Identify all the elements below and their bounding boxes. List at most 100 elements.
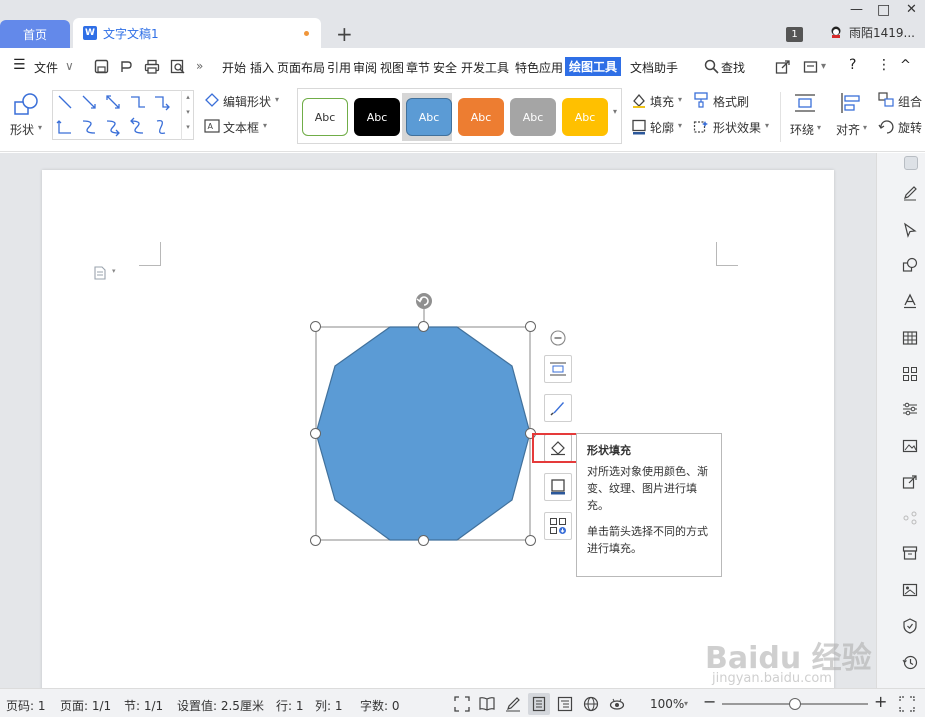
- share-icon[interactable]: [775, 59, 791, 74]
- zoom-slider[interactable]: [722, 698, 868, 710]
- panel-security-button[interactable]: [899, 615, 921, 637]
- menu-references[interactable]: 引用: [327, 59, 351, 76]
- format-painter-button[interactable]: 格式刷: [713, 93, 749, 110]
- text-box-dropdown-icon[interactable]: ▾: [263, 121, 267, 130]
- menu-view[interactable]: 视图: [380, 59, 404, 76]
- panel-image-button[interactable]: [899, 435, 921, 457]
- menu-start[interactable]: 开始: [222, 59, 246, 76]
- sync-dropdown-icon[interactable]: ▾: [821, 61, 826, 72]
- panel-archive-button[interactable]: [899, 542, 921, 564]
- rotate-icon[interactable]: [878, 119, 895, 135]
- write-mode-icon[interactable]: [505, 696, 521, 712]
- outline-icon[interactable]: [631, 119, 647, 135]
- hamburger-icon[interactable]: ☰: [13, 57, 26, 73]
- search-icon[interactable]: [704, 59, 719, 74]
- read-mode-icon[interactable]: [479, 696, 495, 712]
- style-gallery-more-icon[interactable]: ▾: [609, 93, 621, 141]
- shapes-dropdown-icon[interactable]: ▾: [38, 123, 42, 132]
- page-view-button[interactable]: [528, 693, 550, 715]
- zoom-slider-thumb[interactable]: [789, 698, 801, 710]
- close-button[interactable]: ✕: [906, 2, 917, 17]
- status-page-number[interactable]: 页码: 1: [6, 697, 46, 714]
- print-icon[interactable]: [144, 59, 160, 74]
- resize-handle-w[interactable]: [310, 428, 321, 439]
- menu-chapter[interactable]: 章节: [406, 59, 430, 76]
- overflow-menu-button[interactable]: ⋮: [877, 57, 891, 73]
- group-icon[interactable]: [878, 92, 895, 108]
- group-button[interactable]: 组合: [898, 93, 925, 110]
- paragraph-layout-icon[interactable]: [94, 266, 106, 280]
- status-row[interactable]: 行: 1: [276, 697, 304, 714]
- menu-review[interactable]: 审阅: [353, 59, 377, 76]
- style-preset-orange[interactable]: Abc: [458, 98, 504, 136]
- align-dropdown-icon[interactable]: ▾: [863, 123, 867, 132]
- shapes-icon[interactable]: [14, 92, 40, 116]
- text-box-icon[interactable]: A: [204, 119, 220, 133]
- menu-security[interactable]: 安全: [433, 59, 457, 76]
- panel-apps-button[interactable]: [899, 363, 921, 385]
- menu-insert[interactable]: 插入: [250, 59, 274, 76]
- panel-ai-button[interactable]: [899, 507, 921, 529]
- shape-effect-icon[interactable]: [693, 119, 709, 135]
- line-gallery[interactable]: [52, 90, 194, 140]
- outline-button[interactable]: 轮廓: [650, 119, 674, 136]
- web-view-icon[interactable]: [583, 696, 599, 712]
- fill-bucket-icon[interactable]: [631, 92, 647, 108]
- resize-handle-se[interactable]: [525, 535, 536, 546]
- collapse-toolbar-icon[interactable]: [550, 330, 566, 346]
- resize-handle-sw[interactable]: [310, 535, 321, 546]
- panel-share-button[interactable]: [899, 471, 921, 493]
- align-icon[interactable]: [840, 92, 862, 114]
- menu-page-layout[interactable]: 页面布局: [277, 59, 325, 76]
- user-name[interactable]: 雨陌1419...: [849, 24, 915, 41]
- panel-table-button[interactable]: [899, 327, 921, 349]
- layout-options-button[interactable]: [544, 355, 572, 383]
- shapes-button-label[interactable]: 形状: [10, 121, 34, 138]
- new-tab-button[interactable]: +: [336, 22, 353, 46]
- maximize-button[interactable]: □: [877, 2, 890, 18]
- style-preset-blue[interactable]: Abc: [406, 98, 452, 136]
- menu-special-apps[interactable]: 特色应用: [515, 59, 563, 76]
- status-word-count[interactable]: 字数: 0: [360, 697, 400, 714]
- style-preset-white[interactable]: Abc: [302, 98, 348, 136]
- text-wrap-icon[interactable]: [794, 92, 816, 114]
- fill-dropdown-icon[interactable]: ▾: [678, 95, 682, 104]
- tab-home[interactable]: 首页: [0, 20, 70, 48]
- tab-document[interactable]: W 文字文稿1: [73, 18, 321, 48]
- line-gallery-scroll[interactable]: ▴ ▾ ▾: [181, 90, 194, 140]
- style-preset-gray[interactable]: Abc: [510, 98, 556, 136]
- panel-picture-button[interactable]: [899, 579, 921, 601]
- resize-handle-n[interactable]: [418, 321, 429, 332]
- outline-view-icon[interactable]: [557, 696, 573, 712]
- user-avatar-icon[interactable]: [830, 26, 842, 39]
- format-painter-icon[interactable]: [693, 92, 709, 108]
- resize-handle-s[interactable]: [418, 535, 429, 546]
- zoom-out-button[interactable]: −: [703, 692, 716, 711]
- text-wrap-dropdown-icon[interactable]: ▾: [817, 123, 821, 132]
- more-commands-icon[interactable]: »: [196, 59, 203, 73]
- resize-handle-nw[interactable]: [310, 321, 321, 332]
- collapse-ribbon-button[interactable]: ^: [900, 58, 911, 73]
- minimize-button[interactable]: —: [850, 2, 863, 17]
- eye-protection-icon[interactable]: [609, 696, 625, 712]
- status-setting-value[interactable]: 设置值: 2.5厘米: [177, 697, 264, 714]
- menu-developer[interactable]: 开发工具: [461, 59, 509, 76]
- save-icon[interactable]: [94, 59, 109, 74]
- panel-pen-button[interactable]: [899, 182, 921, 204]
- panel-toggle-icon[interactable]: [904, 156, 918, 170]
- menu-doc-assistant[interactable]: 文档助手: [630, 59, 678, 76]
- panel-select-button[interactable]: [899, 219, 921, 241]
- edit-shape-dropdown-icon[interactable]: ▾: [275, 95, 279, 104]
- style-preset-gold[interactable]: Abc: [562, 98, 608, 136]
- fill-button[interactable]: 填充: [650, 93, 674, 110]
- status-column[interactable]: 列: 1: [315, 697, 343, 714]
- shape-outline-button[interactable]: [544, 473, 572, 501]
- menu-search[interactable]: 查找: [721, 59, 745, 76]
- menu-file[interactable]: 文件: [34, 59, 58, 76]
- text-box-button[interactable]: 文本框: [223, 119, 259, 136]
- zoom-level[interactable]: 100%: [650, 697, 684, 711]
- menu-drawing-tools[interactable]: 绘图工具: [565, 57, 622, 76]
- shape-effect-dropdown-icon[interactable]: ▾: [765, 121, 769, 130]
- align-button[interactable]: 对齐: [836, 121, 860, 138]
- print-preview-icon[interactable]: [170, 59, 186, 74]
